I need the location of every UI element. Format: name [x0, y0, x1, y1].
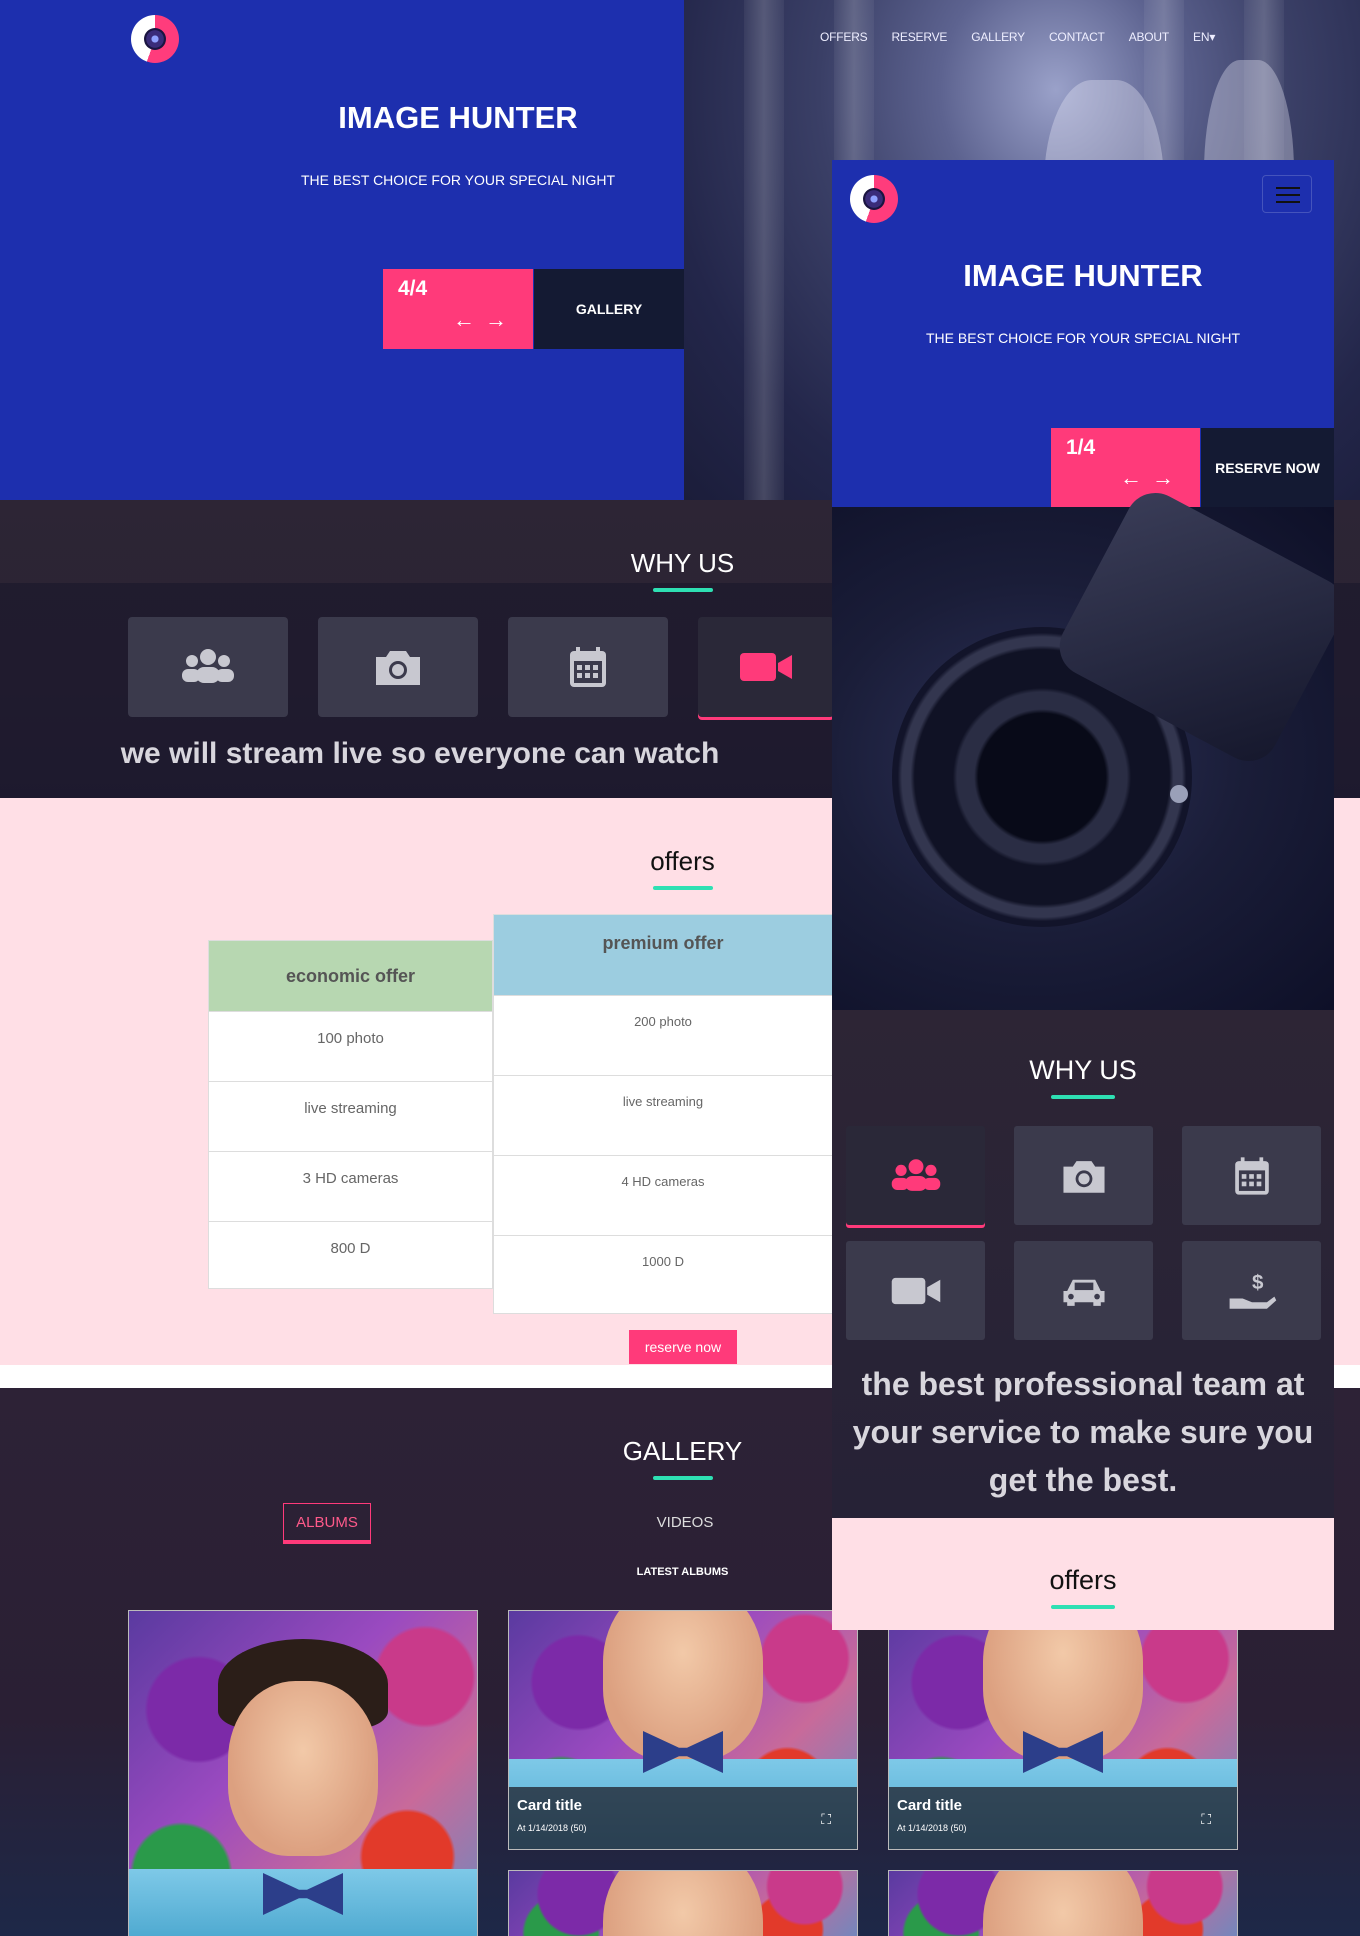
slide-counter: 1/4	[1066, 436, 1096, 459]
offer-row: 200 photo	[494, 995, 832, 1075]
slide-counter: 4/4	[398, 277, 428, 300]
mobile-preview: IMAGE HUNTER THE BEST CHOICE FOR YOUR SP…	[832, 160, 1334, 1630]
feature-team[interactable]	[846, 1126, 985, 1225]
card-title: Card title	[897, 1797, 963, 1814]
why-us-title: WHY US	[630, 548, 735, 578]
why-us-text: we will stream live so everyone can watc…	[120, 737, 720, 770]
team-icon	[891, 1158, 940, 1191]
album-card[interactable]	[508, 1870, 858, 1936]
album-photo-large[interactable]	[128, 1610, 478, 1936]
offer-card-economic: economic offer 100 photo live streaming …	[208, 940, 493, 1289]
slide-pager: 4/4 ←→	[383, 269, 533, 349]
top-nav: OFFERS RESERVE GALLERY CONTACT ABOUT EN▾	[820, 30, 1215, 44]
offers-title: offers	[650, 846, 715, 876]
nav-item-contact[interactable]: CONTACT	[1049, 30, 1105, 44]
brand-logo[interactable]	[131, 15, 179, 63]
gallery-button[interactable]: GALLERY	[534, 269, 684, 349]
feature-payment[interactable]: $	[1182, 1241, 1321, 1340]
album-card[interactable]: Card title At 1/14/2018 (50) ⛶	[888, 1610, 1238, 1850]
video-icon	[891, 1277, 940, 1304]
offer-row: 3 HD cameras	[209, 1151, 492, 1221]
camera-icon	[1062, 1160, 1105, 1193]
offer-card-premium: premium offer 200 photo live streaming 4…	[493, 914, 833, 1314]
feature-calendar[interactable]	[1182, 1126, 1321, 1225]
page: OFFERS RESERVE GALLERY CONTACT ABOUT EN▾…	[0, 0, 1360, 1936]
feature-calendar[interactable]	[508, 617, 668, 717]
hero-title: IMAGE HUNTER	[338, 100, 578, 135]
money-hand-icon: $	[1229, 1271, 1276, 1309]
mobile-why-us-title: WHY US	[1029, 1055, 1137, 1085]
offer-row: 100 photo	[209, 1011, 492, 1081]
arrow-right-icon[interactable]: →	[485, 307, 517, 332]
card-title: Card title	[517, 1797, 583, 1814]
reserve-now-button[interactable]: reserve now	[629, 1330, 737, 1364]
feature-video[interactable]	[698, 617, 834, 717]
menu-toggle-button[interactable]	[1262, 175, 1312, 213]
expand-icon[interactable]: ⛶	[821, 1811, 831, 1828]
feature-camera[interactable]	[318, 617, 478, 717]
video-icon	[740, 653, 792, 681]
expand-icon[interactable]: ⛶	[1201, 1811, 1211, 1828]
team-icon	[182, 649, 234, 683]
mobile-hero-subtitle: THE BEST CHOICE FOR YOUR SPECIAL NIGHT	[925, 330, 1240, 346]
feature-team[interactable]	[128, 617, 288, 717]
reserve-now-hero-button[interactable]: RESERVE NOW	[1201, 428, 1334, 507]
tab-albums[interactable]: ALBUMS	[283, 1503, 371, 1541]
arrow-left-icon[interactable]: ←	[453, 307, 485, 332]
offer-row: live streaming	[209, 1081, 492, 1151]
nav-item-gallery[interactable]: GALLERY	[971, 30, 1025, 44]
tab-videos[interactable]: VIDEOS	[640, 1503, 730, 1541]
camera-photo	[832, 482, 1334, 1010]
title-underline	[653, 588, 713, 592]
brand-logo[interactable]	[850, 175, 898, 223]
arrow-right-icon[interactable]: →	[1152, 465, 1184, 490]
calendar-icon	[1234, 1156, 1269, 1195]
offer-price: 1000 D	[494, 1235, 832, 1315]
gallery-title: GALLERY	[622, 1436, 743, 1466]
svg-text:$: $	[1252, 1271, 1264, 1294]
language-label: EN	[1193, 30, 1210, 44]
offer-price: 800 D	[209, 1221, 492, 1291]
nav-item-reserve[interactable]: RESERVE	[891, 30, 947, 44]
feature-video[interactable]	[846, 1241, 985, 1340]
feature-car[interactable]	[1014, 1241, 1153, 1340]
mobile-slide-pager: 1/4 ←→	[1051, 428, 1200, 507]
language-dropdown[interactable]: EN▾	[1193, 30, 1215, 44]
camera-icon	[376, 651, 420, 685]
mobile-offers-title: offers	[1049, 1565, 1117, 1595]
title-underline	[653, 1476, 713, 1480]
offer-row: 4 HD cameras	[494, 1155, 832, 1235]
latest-albums-heading: LATEST ALBUMS	[636, 1566, 729, 1578]
offer-row: live streaming	[494, 1075, 832, 1155]
car-icon	[1062, 1279, 1105, 1306]
card-date: At 1/14/2018 (50)	[517, 1823, 587, 1833]
mobile-why-us-text: the best professional team at your servi…	[852, 1366, 1314, 1498]
title-underline	[1051, 1095, 1115, 1099]
card-caption: Card title At 1/14/2018 (50) ⛶	[889, 1787, 1237, 1849]
card-caption: Card title At 1/14/2018 (50) ⛶	[509, 1787, 857, 1849]
title-underline	[1051, 1605, 1115, 1609]
nav-item-offers[interactable]: OFFERS	[820, 30, 868, 44]
album-card[interactable]: Card title At 1/14/2018 (50) ⛶	[508, 1610, 858, 1850]
calendar-icon	[570, 647, 606, 687]
arrow-left-icon[interactable]: ←	[1120, 465, 1152, 490]
feature-camera[interactable]	[1014, 1126, 1153, 1225]
offer-name: economic offer	[209, 941, 492, 1011]
hero-subtitle: THE BEST CHOICE FOR YOUR SPECIAL NIGHT	[300, 172, 615, 188]
nav-item-about[interactable]: ABOUT	[1129, 30, 1170, 44]
offer-name: premium offer	[494, 915, 832, 995]
card-date: At 1/14/2018 (50)	[897, 1823, 967, 1833]
mobile-hero-title: IMAGE HUNTER	[963, 258, 1203, 293]
album-card[interactable]	[888, 1870, 1238, 1936]
caret-down-icon: ▾	[1209, 30, 1216, 44]
title-underline	[653, 886, 713, 890]
